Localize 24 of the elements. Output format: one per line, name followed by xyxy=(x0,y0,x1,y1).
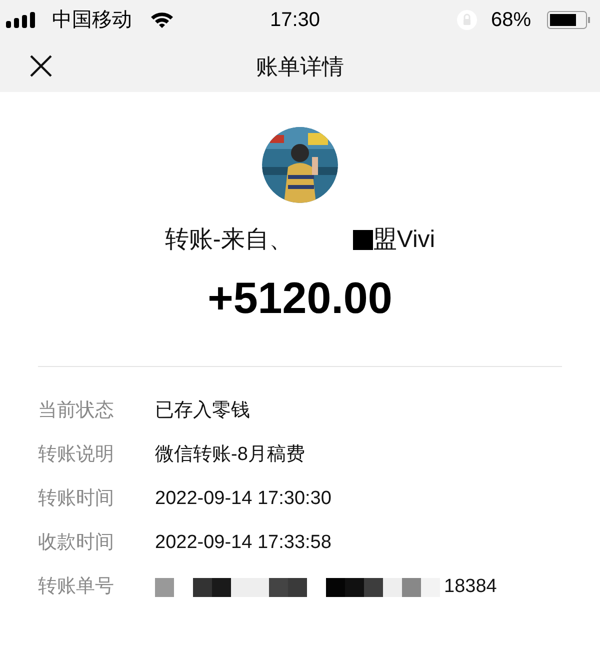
detail-value: 2022-09-14 17:33:58 xyxy=(155,530,332,555)
detail-label: 当前状态 xyxy=(38,398,115,423)
sender-name: 盟Vivi xyxy=(372,225,436,255)
wifi-icon xyxy=(150,11,174,29)
close-button[interactable] xyxy=(28,53,54,79)
signal-icon xyxy=(6,11,38,29)
close-icon xyxy=(30,55,52,77)
detail-value: 2022-09-14 17:30:30 xyxy=(155,486,332,511)
battery-icon xyxy=(547,11,591,29)
page-title: 账单详情 xyxy=(256,52,344,80)
battery-percent: 68% xyxy=(491,8,532,33)
redaction-drawing xyxy=(352,230,373,250)
status-time: 17:30 xyxy=(270,8,320,33)
carrier-name: 中国移动 xyxy=(52,8,132,33)
detail-value: 已存入零钱 xyxy=(155,398,250,423)
detail-value: 微信转账-8月稿费 xyxy=(155,442,305,467)
detail-label: 转账单号 xyxy=(38,574,115,599)
detail-label: 转账时间 xyxy=(38,486,115,511)
amount: +5120.00 xyxy=(208,273,392,325)
lock-icon xyxy=(456,9,478,31)
detail-label: 收款时间 xyxy=(38,530,115,555)
detail-value: 18384 xyxy=(444,574,497,599)
detail-label: 转账说明 xyxy=(38,442,115,467)
transfer-source: 转账-来自、 xyxy=(164,225,293,255)
